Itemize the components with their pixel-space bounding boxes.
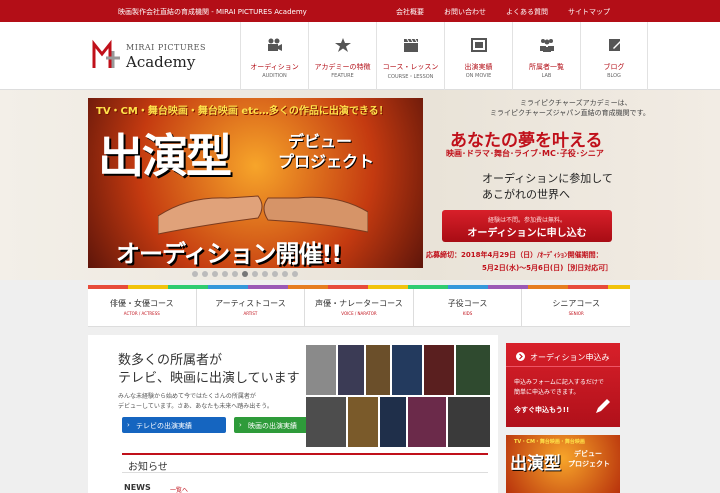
world-line2: あこがれの世界へ	[482, 188, 570, 201]
slider-dot[interactable]	[282, 271, 288, 277]
course-voice[interactable]: 声優・ナレーターコース VOICE / NARATOR	[305, 289, 414, 326]
chevron-right-icon: ›	[127, 421, 130, 429]
course-artist[interactable]: アーティストコース ARTIST	[197, 289, 306, 326]
main-headline1: 数多くの所属者が	[118, 353, 223, 368]
film-camera-icon	[268, 38, 282, 51]
slider-dot[interactable]	[212, 271, 218, 277]
course-kids[interactable]: 子役コース KIDS	[414, 289, 523, 326]
hero-banner[interactable]: TV・CM・舞台映画・舞台映画 etc…多くの作品に出演できる！ 出演型 デビュ…	[88, 98, 423, 268]
cta-desc2: 簡単に申込みできます。	[514, 389, 580, 396]
nav-blog[interactable]: ブログ BLOG	[580, 22, 648, 90]
apply-cta-box[interactable]: オーディション申込み 申込みフォームに記入するだけで 簡単に申込みできます。 今…	[506, 343, 620, 427]
utility-links: 会社概要 お問い合わせ よくある質問 サイトマップ	[396, 7, 610, 17]
notice-heading: お知らせ	[122, 453, 488, 473]
nav-lab[interactable]: 所属者一覧 LAB	[512, 22, 580, 90]
slider-dot[interactable]	[232, 271, 238, 277]
slider-dot[interactable]	[252, 271, 258, 277]
poster-collage-image	[306, 345, 490, 447]
site-logo[interactable]: MIRAI PICTURES Academy	[92, 34, 232, 78]
logo-line1: MIRAI PICTURES	[126, 43, 206, 52]
film-strip-icon	[471, 38, 487, 52]
slider-dot[interactable]	[292, 271, 298, 277]
logo-mark-icon	[92, 39, 120, 68]
chevron-right-icon: ›	[239, 421, 242, 429]
intro-line2: ミライピクチャーズジャパン直結の育成機関です。	[490, 109, 650, 117]
main-desc1: みんな未経験から始めて今ではたくさんの所属者が	[118, 393, 256, 400]
cta-desc1: 申込みフォームに記入するだけで	[514, 379, 604, 386]
deadline-line2: 5月2日(水)〜5月6日(日)［別日対応可］	[482, 264, 613, 272]
banner-sub2-text: プロジェクト	[278, 152, 375, 171]
pencil-icon	[596, 399, 610, 413]
nav-audition[interactable]: オーディション AUDITION	[240, 22, 308, 90]
link-company[interactable]: 会社概要	[396, 7, 424, 17]
intro-line1: ミライピクチャーズアカデミーは、	[520, 99, 632, 107]
course-tabs: 俳優・女優コース ACTOR / ACTRESS アーティストコース ARTIST …	[88, 289, 630, 327]
top-bar: 映画製作会社直結の育成機関 - MIRAI PICTURES Academy 会…	[0, 0, 720, 22]
main-desc2: デビューしています。さあ、あなたも未来へ踏み出そう。	[118, 403, 273, 410]
cta-title-row: オーディション申込み	[506, 345, 620, 367]
deadline-line1: 応募締切：2018年4月29日（日）/ｵｰﾃﾞｨｼｮﾝ開催期間：	[426, 251, 603, 259]
hero-section: TV・CM・舞台映画・舞台映画 etc…多くの作品に出演できる！ 出演型 デビュ…	[0, 90, 720, 280]
main-headline2: テレビ、映画に出演しています	[118, 371, 300, 386]
apply-label: オーディションに申し込む	[467, 228, 587, 239]
clapperboard-icon	[404, 38, 418, 52]
slider-dot[interactable]	[192, 271, 198, 277]
hero-pitch: ミライピクチャーズアカデミーは、 ミライピクチャーズジャパン直結の育成機関です。…	[426, 98, 650, 278]
news-label: NEWS	[124, 483, 151, 492]
sidebar: オーディション申込み 申込みフォームに記入するだけで 簡単に申込みできます。 今…	[506, 343, 620, 493]
news-list-link[interactable]: 一覧へ	[170, 485, 188, 493]
tv-record-button[interactable]: › テレビの出演実績	[122, 417, 226, 433]
arrow-circle-icon	[516, 352, 525, 361]
pencil-icon	[609, 39, 622, 51]
link-faq[interactable]: よくある質問	[506, 7, 548, 17]
banner-bottom-text: オーディション開催!!	[116, 240, 342, 268]
main-nav: オーディション AUDITION アカデミーの特徴 FEATURE コース・レッ…	[240, 22, 648, 90]
apply-note: 経験は不問。参加費は無料。	[487, 217, 566, 224]
course-actor[interactable]: 俳優・女優コース ACTOR / ACTRESS	[88, 289, 197, 326]
main-content: 数多くの所属者が テレビ、映画に出演しています みんな未経験から始めて今ではたく…	[88, 335, 498, 493]
link-contact[interactable]: お問い合わせ	[444, 7, 486, 17]
world-line1: オーディションに参加して	[482, 172, 613, 185]
site-header: MIRAI PICTURES Academy オーディション AUDITION …	[0, 22, 720, 90]
star-icon	[335, 38, 351, 52]
nav-feature[interactable]: アカデミーの特徴 FEATURE	[308, 22, 376, 90]
genres-text: 映画･ドラマ･舞台･ライブ･MC･子役･シニア	[446, 149, 604, 158]
slider-dot[interactable]	[242, 271, 248, 277]
cta-go: 今すぐ申込もう!!	[514, 406, 570, 414]
slider-dot[interactable]	[272, 271, 278, 277]
slider-dot[interactable]	[202, 271, 208, 277]
slider-dot[interactable]	[222, 271, 228, 277]
course-senior[interactable]: シニアコース SENIOR	[522, 289, 630, 326]
apply-audition-button[interactable]: 経験は不問。参加費は無料。 オーディションに申し込む	[442, 210, 612, 242]
slider-dot[interactable]	[262, 271, 268, 277]
people-icon	[540, 39, 554, 52]
nav-course[interactable]: コース・レッスン COURSE・LESSON	[376, 22, 444, 90]
nav-on-movie[interactable]: 出演実績 ON MOVIE	[444, 22, 512, 90]
site-tagline: 映画製作会社直結の育成機関 - MIRAI PICTURES Academy	[118, 8, 307, 16]
slider-dots	[192, 271, 298, 277]
fists-image	[158, 195, 368, 235]
logo-line2: Academy	[126, 53, 196, 71]
banner-top-text: TV・CM・舞台映画・舞台映画 etc…多くの作品に出演できる！	[96, 106, 389, 117]
link-sitemap[interactable]: サイトマップ	[568, 7, 610, 17]
side-project-banner[interactable]: TV・CM・舞台映画・舞台映画 出演型 デビュー プロジェクト	[506, 435, 620, 493]
